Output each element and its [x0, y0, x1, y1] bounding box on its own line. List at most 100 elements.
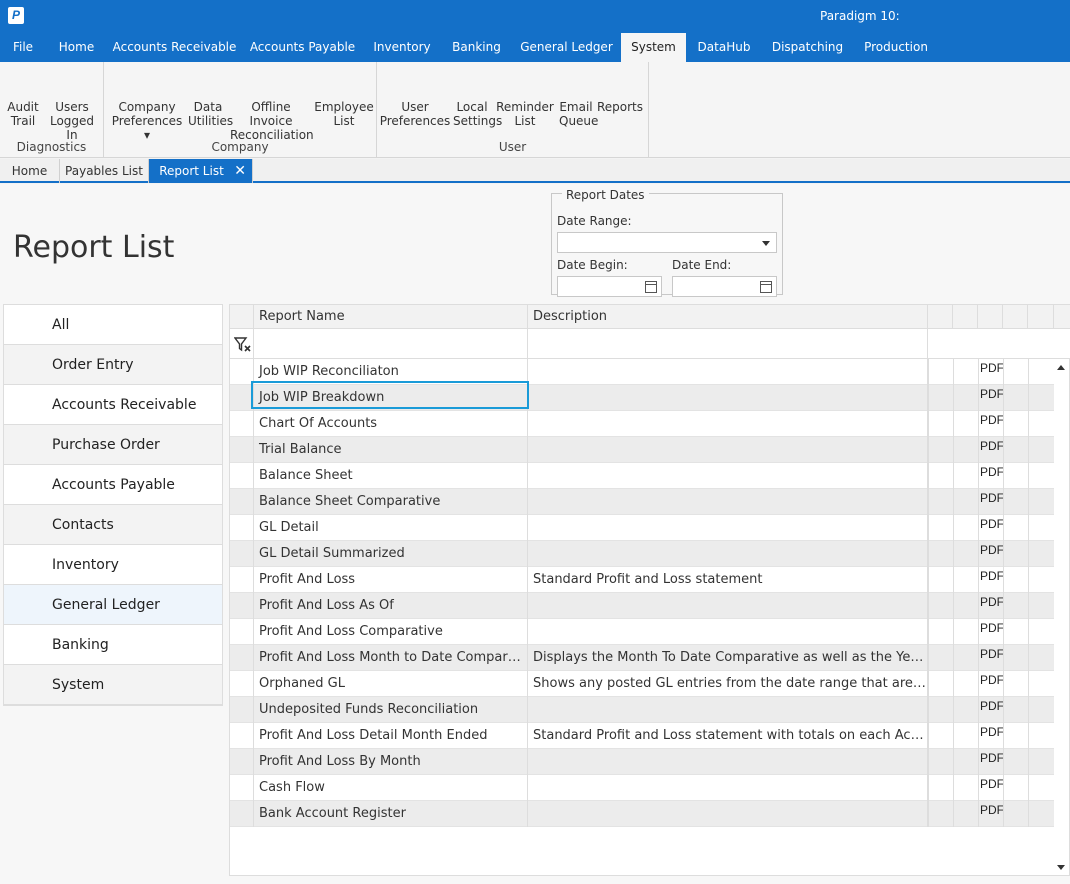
excel-icon[interactable]	[930, 803, 952, 825]
preview-icon[interactable]	[1005, 439, 1027, 461]
word-icon[interactable]	[955, 673, 977, 695]
menu-file[interactable]: File	[0, 33, 46, 62]
report-name-cell[interactable]: Undeposited Funds Reconciliation	[254, 697, 528, 723]
employee-list-button[interactable]: Employee List	[314, 66, 374, 128]
sidebar-item-general-ledger[interactable]: General Ledger	[4, 585, 222, 625]
print-icon[interactable]	[1030, 361, 1052, 383]
row-header[interactable]	[230, 463, 254, 489]
offline-invoice-reconciliation-button[interactable]: Offline Invoice Reconciliation	[230, 66, 314, 142]
calendar-icon[interactable]	[645, 281, 657, 293]
pdf-icon[interactable]: PDF	[980, 647, 1004, 669]
preview-icon[interactable]	[1005, 647, 1027, 669]
print-icon[interactable]	[1030, 387, 1052, 409]
print-icon[interactable]	[1030, 465, 1052, 487]
date-begin-field[interactable]	[557, 276, 662, 297]
pdf-icon[interactable]: PDF	[980, 803, 1004, 825]
print-icon[interactable]	[1030, 673, 1052, 695]
print-icon[interactable]	[1030, 647, 1052, 669]
pdf-icon[interactable]: PDF	[980, 673, 1004, 695]
row-header[interactable]	[230, 697, 254, 723]
table-row[interactable]: Profit And Loss Month to Date Comparat..…	[230, 645, 1054, 671]
word-icon[interactable]	[955, 465, 977, 487]
table-row[interactable]: Chart Of Accounts PDF	[230, 411, 1054, 437]
excel-icon[interactable]	[930, 543, 952, 565]
pdf-icon[interactable]: PDF	[980, 725, 1004, 747]
column-header-description[interactable]: Description	[528, 305, 928, 329]
word-icon[interactable]	[955, 361, 977, 383]
tab-payables-list[interactable]: Payables List	[60, 159, 149, 183]
preview-icon[interactable]	[1005, 725, 1027, 747]
print-icon[interactable]	[1030, 621, 1052, 643]
word-icon[interactable]	[955, 777, 977, 799]
table-row[interactable]: Profit And Loss Standard Profit and Loss …	[230, 567, 1054, 593]
word-icon[interactable]	[955, 543, 977, 565]
description-filter[interactable]	[528, 329, 928, 359]
print-icon[interactable]	[1030, 803, 1052, 825]
row-header[interactable]	[230, 359, 254, 385]
menu-accounts-receivable[interactable]: Accounts Receivable	[107, 33, 242, 62]
sidebar-item-all[interactable]: All	[4, 305, 222, 345]
word-icon[interactable]	[955, 387, 977, 409]
preview-icon[interactable]	[1005, 803, 1027, 825]
company-preferences-button[interactable]: Company Preferences ▾	[108, 66, 186, 142]
excel-icon[interactable]	[930, 673, 952, 695]
print-icon[interactable]	[1030, 569, 1052, 591]
excel-icon[interactable]	[930, 725, 952, 747]
pdf-icon[interactable]: PDF	[980, 413, 1004, 435]
row-header[interactable]	[230, 671, 254, 697]
row-header[interactable]	[230, 645, 254, 671]
word-icon[interactable]	[955, 621, 977, 643]
description-cell[interactable]	[528, 385, 928, 411]
print-icon[interactable]	[1030, 439, 1052, 461]
description-cell[interactable]: Standard Profit and Loss statement	[528, 567, 928, 593]
table-row[interactable]: Bank Account Register PDF	[230, 801, 1054, 827]
description-cell[interactable]	[528, 437, 928, 463]
preview-icon[interactable]	[1005, 751, 1027, 773]
pdf-icon[interactable]: PDF	[980, 699, 1004, 721]
excel-icon[interactable]	[930, 621, 952, 643]
menu-dispatching[interactable]: Dispatching	[762, 33, 853, 62]
print-icon[interactable]	[1030, 543, 1052, 565]
row-header[interactable]	[230, 541, 254, 567]
word-icon[interactable]	[955, 491, 977, 513]
word-icon[interactable]	[955, 751, 977, 773]
preview-icon[interactable]	[1005, 595, 1027, 617]
sidebar-item-contacts[interactable]: Contacts	[4, 505, 222, 545]
print-icon[interactable]	[1030, 413, 1052, 435]
report-name-cell[interactable]: GL Detail Summarized	[254, 541, 528, 567]
excel-icon[interactable]	[930, 517, 952, 539]
row-header[interactable]	[230, 775, 254, 801]
clear-filter-icon[interactable]	[234, 337, 252, 353]
row-header[interactable]	[230, 385, 254, 411]
pdf-icon[interactable]: PDF	[980, 621, 1004, 643]
description-cell[interactable]	[528, 749, 928, 775]
description-cell[interactable]	[528, 801, 928, 827]
excel-icon[interactable]	[930, 387, 952, 409]
excel-icon[interactable]	[930, 647, 952, 669]
excel-icon[interactable]	[930, 465, 952, 487]
tab-home[interactable]: Home	[0, 159, 60, 183]
word-icon[interactable]	[955, 517, 977, 539]
table-row[interactable]: Profit And Loss As Of PDF	[230, 593, 1054, 619]
report-name-cell[interactable]: Profit And Loss	[254, 567, 528, 593]
excel-icon[interactable]	[930, 569, 952, 591]
row-header[interactable]	[230, 515, 254, 541]
report-name-cell[interactable]: Balance Sheet Comparative	[254, 489, 528, 515]
word-icon[interactable]	[955, 413, 977, 435]
pdf-icon[interactable]: PDF	[980, 387, 1004, 409]
menu-inventory[interactable]: Inventory	[363, 33, 441, 62]
report-name-cell[interactable]: Job WIP Breakdown	[254, 385, 528, 411]
table-row[interactable]: Profit And Loss Detail Month Ended Standa…	[230, 723, 1054, 749]
report-name-cell[interactable]: Orphaned GL	[254, 671, 528, 697]
description-cell[interactable]	[528, 541, 928, 567]
description-cell[interactable]	[528, 411, 928, 437]
reminder-list-button[interactable]: Reminder List	[493, 66, 557, 128]
table-row[interactable]: Profit And Loss Comparative PDF	[230, 619, 1054, 645]
table-row[interactable]: Undeposited Funds Reconciliation PDF	[230, 697, 1054, 723]
pdf-icon[interactable]: PDF	[980, 439, 1004, 461]
preview-icon[interactable]	[1005, 673, 1027, 695]
date-end-field[interactable]	[672, 276, 777, 297]
description-cell[interactable]	[528, 489, 928, 515]
report-name-cell[interactable]: Profit And Loss As Of	[254, 593, 528, 619]
print-icon[interactable]	[1030, 751, 1052, 773]
